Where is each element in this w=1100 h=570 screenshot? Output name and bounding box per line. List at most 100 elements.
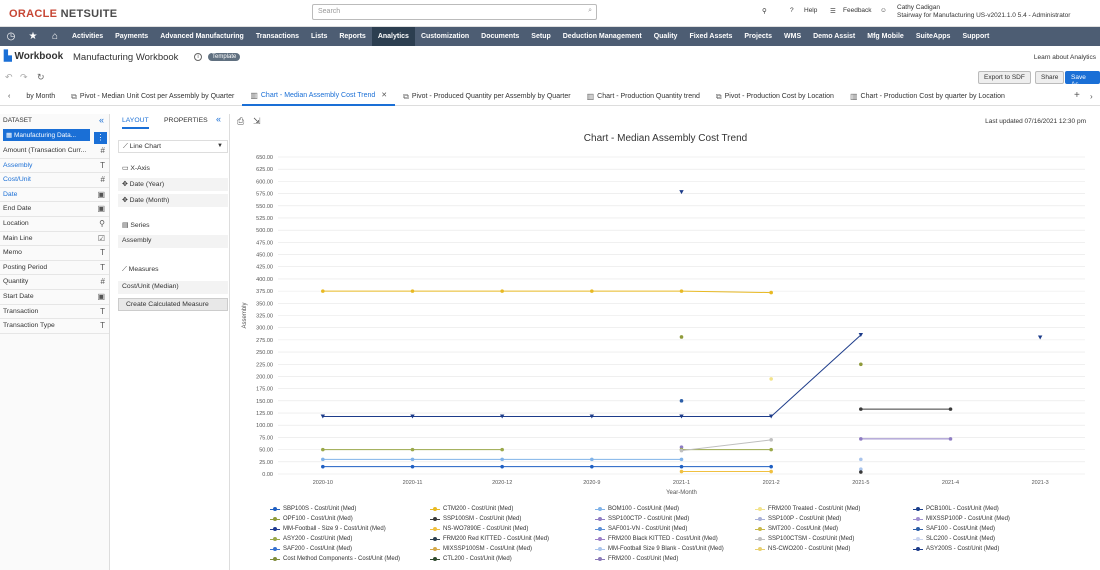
nav-item-demo-assist[interactable]: Demo Assist bbox=[807, 27, 861, 46]
legend-item[interactable]: CTM200 - Cost/Unit (Med) bbox=[430, 506, 513, 512]
add-tab-icon[interactable]: + bbox=[1074, 90, 1080, 101]
print-icon[interactable]: ⎙ bbox=[237, 116, 244, 127]
nav-item-advanced-manufacturing[interactable]: Advanced Manufacturing bbox=[154, 27, 250, 46]
tab-1[interactable]: ⧉ Pivot - Median Unit Cost per Assembly b… bbox=[63, 88, 242, 106]
legend-item[interactable]: SAF001-VN - Cost/Unit (Med) bbox=[595, 526, 687, 532]
nav-item-wms[interactable]: WMS bbox=[778, 27, 807, 46]
create-calculated-measure-button[interactable]: Create Calculated Measure bbox=[118, 298, 228, 311]
dataset-field[interactable]: Quantity # bbox=[0, 275, 109, 290]
nav-item-fixed-assets[interactable]: Fixed Assets bbox=[683, 27, 738, 46]
nav-item-documents[interactable]: Documents bbox=[475, 27, 525, 46]
tab-2[interactable]: ▥ Chart - Median Assembly Cost Trend ✕ bbox=[242, 87, 396, 106]
export-icon[interactable]: ⇲ bbox=[253, 116, 261, 127]
dataset-field[interactable]: Start Date ▣ bbox=[0, 290, 109, 305]
share-button[interactable]: Share bbox=[1035, 71, 1065, 84]
search-icon[interactable]: ⌕ bbox=[588, 7, 592, 15]
feedback-icon[interactable]: ☰ bbox=[830, 7, 836, 15]
favorites-icon[interactable]: ★ bbox=[22, 27, 44, 46]
legend-item[interactable]: SSP100SM - Cost/Unit (Med) bbox=[430, 516, 521, 522]
legend-item[interactable]: FRM200 - Cost/Unit (Med) bbox=[595, 556, 678, 562]
tab-4[interactable]: ▥ Chart - Production Quantity trend bbox=[579, 88, 708, 106]
netsuite-logo[interactable]: ORACLE NETSUITE bbox=[9, 8, 117, 20]
nav-item-support[interactable]: Support bbox=[956, 27, 995, 46]
user-avatar-icon[interactable]: ☺ bbox=[880, 7, 887, 14]
legend-item[interactable]: SSP100CTP - Cost/Unit (Med) bbox=[595, 516, 689, 522]
dataset-field[interactable]: Amount (Transaction Curr... # bbox=[0, 144, 109, 159]
nav-item-transactions[interactable]: Transactions bbox=[250, 27, 305, 46]
user-menu[interactable]: Cathy Cadigan Stairway for Manufacturing… bbox=[897, 4, 1070, 20]
legend-item[interactable]: SLC200 - Cost/Unit (Med) bbox=[913, 536, 995, 542]
help-link[interactable]: Help bbox=[804, 7, 817, 14]
nav-item-mfg-mobile[interactable]: Mfg Mobile bbox=[861, 27, 910, 46]
drag-handle-icon[interactable]: ✥ bbox=[122, 181, 128, 188]
undo-icon[interactable]: ↶ bbox=[5, 72, 13, 83]
nav-item-activities[interactable]: Activities bbox=[66, 27, 109, 46]
legend-item[interactable]: FRM200 Black KITTED - Cost/Unit (Med) bbox=[595, 536, 718, 542]
collapse-layout-icon[interactable]: « bbox=[216, 114, 221, 124]
save-as-button[interactable]: Save As bbox=[1065, 71, 1100, 88]
tab-properties[interactable]: PROPERTIES bbox=[164, 117, 208, 124]
feedback-link[interactable]: Feedback bbox=[843, 7, 872, 14]
collapse-icon[interactable]: « bbox=[99, 115, 104, 125]
legend-item[interactable]: CTL200 - Cost/Unit (Med) bbox=[430, 556, 512, 562]
measures-item[interactable]: Cost/Unit (Median) bbox=[118, 281, 228, 294]
nav-item-projects[interactable]: Projects bbox=[738, 27, 778, 46]
xaxis-item-year[interactable]: ✥ Date (Year) bbox=[118, 178, 228, 191]
dataset-field[interactable]: Assembly T bbox=[0, 159, 109, 174]
legend-item[interactable]: FRM200 Treated - Cost/Unit (Med) bbox=[755, 506, 860, 512]
help-icon[interactable]: ? bbox=[790, 7, 794, 14]
legend-item[interactable]: FRM200 Red KITTED - Cost/Unit (Med) bbox=[430, 536, 549, 542]
info-icon[interactable]: i bbox=[194, 53, 202, 61]
nav-item-customization[interactable]: Customization bbox=[415, 27, 475, 46]
tabs-scroll-right-icon[interactable]: › bbox=[1090, 92, 1093, 101]
series-item[interactable]: Assembly bbox=[118, 235, 228, 248]
tab-layout[interactable]: LAYOUT bbox=[122, 117, 149, 129]
nav-item-suiteapps[interactable]: SuiteApps bbox=[910, 27, 957, 46]
legend-item[interactable]: Cost Method Components - Cost/Unit (Med) bbox=[270, 556, 400, 562]
legend-item[interactable]: SBP100S - Cost/Unit (Med) bbox=[270, 506, 356, 512]
dataset-field[interactable]: Main Line ☑ bbox=[0, 232, 109, 247]
dataset-field[interactable]: End Date ▣ bbox=[0, 202, 109, 217]
dataset-field[interactable]: Location ⚲ bbox=[0, 217, 109, 232]
legend-item[interactable]: SAF100 - Cost/Unit (Med) bbox=[913, 526, 995, 532]
tab-5[interactable]: ⧉ Pivot - Production Cost by Location bbox=[708, 88, 842, 106]
nav-item-reports[interactable]: Reports bbox=[333, 27, 371, 46]
dataset-field[interactable]: Transaction Type T bbox=[0, 319, 109, 334]
tab-3[interactable]: ⧉ Pivot - Produced Quantity per Assembly … bbox=[395, 88, 578, 106]
refresh-icon[interactable]: ↻ bbox=[37, 72, 45, 83]
legend-item[interactable]: MIXSSP100P - Cost/Unit (Med) bbox=[913, 516, 1010, 522]
nav-item-lists[interactable]: Lists bbox=[305, 27, 333, 46]
recent-icon[interactable]: ◷ bbox=[0, 27, 22, 46]
tab-0[interactable]: by Month bbox=[18, 88, 63, 106]
nav-item-deduction-management[interactable]: Deduction Management bbox=[557, 27, 648, 46]
nav-item-quality[interactable]: Quality bbox=[648, 27, 684, 46]
dataset-field[interactable]: Transaction T bbox=[0, 305, 109, 320]
redo-icon[interactable]: ↷ bbox=[20, 72, 28, 83]
tab-6[interactable]: ▥ Chart - Production Cost by quarter by L… bbox=[842, 88, 1013, 106]
recent-records-icon[interactable]: ⚲ bbox=[762, 7, 767, 15]
legend-item[interactable]: NS-WO7890E - Cost/Unit (Med) bbox=[430, 526, 528, 532]
dataset-selector[interactable]: ▦ Manufacturing Data... bbox=[3, 129, 90, 141]
legend-item[interactable]: MM-Football Size 9 Blank - Cost/Unit (Me… bbox=[595, 546, 724, 552]
legend-item[interactable]: OPF100 - Cost/Unit (Med) bbox=[270, 516, 353, 522]
legend-item[interactable]: ASY200 - Cost/Unit (Med) bbox=[270, 536, 352, 542]
nav-item-setup[interactable]: Setup bbox=[525, 27, 556, 46]
dataset-field[interactable]: Memo T bbox=[0, 246, 109, 261]
legend-item[interactable]: SSP100P - Cost/Unit (Med) bbox=[755, 516, 841, 522]
tabs-scroll-left-icon[interactable]: ‹ bbox=[0, 88, 18, 106]
legend-item[interactable]: SAF200 - Cost/Unit (Med) bbox=[270, 546, 352, 552]
nav-item-payments[interactable]: Payments bbox=[109, 27, 154, 46]
chart-type-select[interactable]: ⟋ Line Chart ▼ bbox=[118, 140, 228, 153]
legend-item[interactable]: MIXSSP100SM - Cost/Unit (Med) bbox=[430, 546, 532, 552]
legend-item[interactable]: NS-CWO200 - Cost/Unit (Med) bbox=[755, 546, 850, 552]
legend-item[interactable]: SSP100CTSM - Cost/Unit (Med) bbox=[755, 536, 854, 542]
legend-item[interactable]: BOM100 - Cost/Unit (Med) bbox=[595, 506, 679, 512]
global-search-input[interactable]: Search ⌕ bbox=[312, 4, 597, 20]
legend-item[interactable]: SMT200 - Cost/Unit (Med) bbox=[755, 526, 838, 532]
nav-item-analytics[interactable]: Analytics bbox=[371, 27, 415, 46]
home-icon[interactable]: ⌂ bbox=[44, 27, 66, 46]
xaxis-item-month[interactable]: ✥ Date (Month) bbox=[118, 194, 228, 207]
learn-analytics-link[interactable]: Learn about Analytics bbox=[1034, 54, 1096, 61]
drag-handle-icon[interactable]: ✥ bbox=[122, 197, 128, 204]
close-tab-icon[interactable]: ✕ bbox=[381, 87, 387, 105]
